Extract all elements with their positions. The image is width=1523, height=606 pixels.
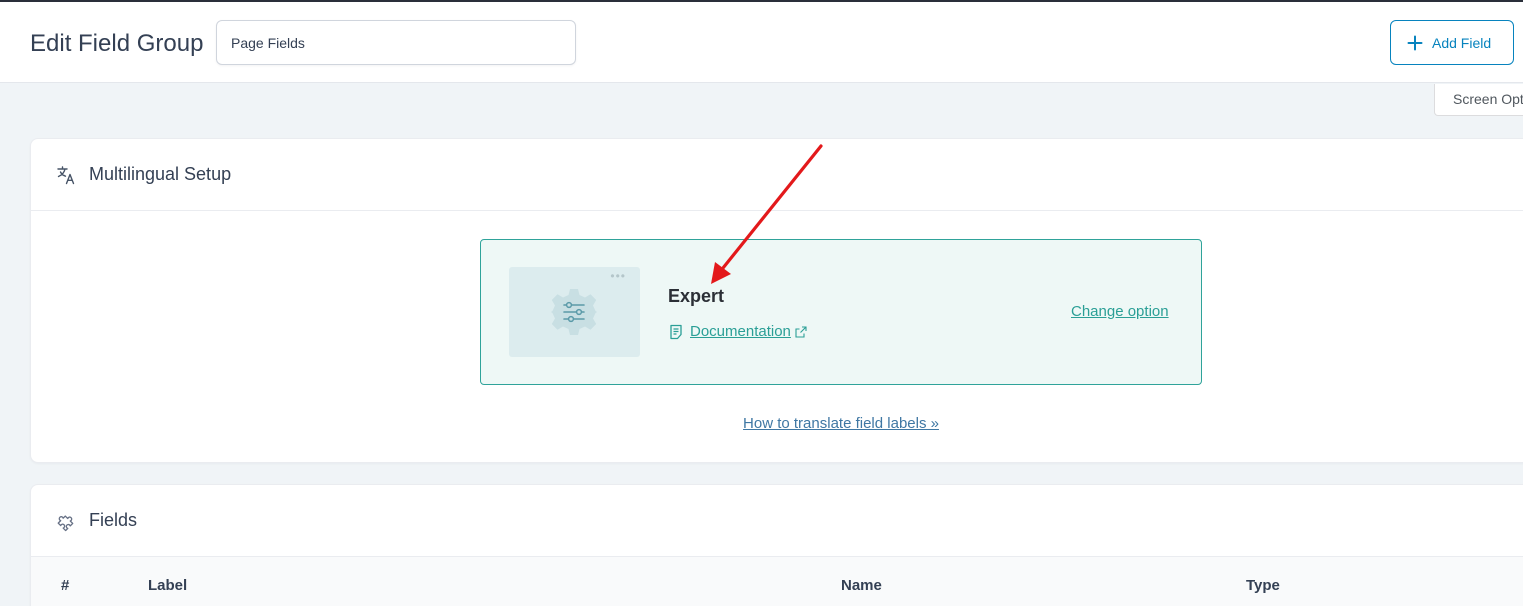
add-field-button[interactable]: Add Field — [1390, 20, 1514, 65]
document-icon — [670, 324, 682, 339]
page-header: Edit Field Group Add Field — [0, 2, 1523, 83]
option-thumbnail: ••• — [509, 267, 640, 357]
puzzle-icon — [57, 514, 74, 531]
fields-panel: Fields # Label Name Type — [30, 484, 1523, 606]
screen-options-tab[interactable]: Screen Opt — [1434, 84, 1523, 116]
plus-icon — [1407, 35, 1423, 50]
translate-field-labels-link[interactable]: How to translate field labels » — [743, 415, 939, 432]
documentation-label: Documentation — [690, 323, 791, 340]
option-name: Expert — [668, 286, 725, 306]
fields-header: Fields — [31, 485, 1523, 557]
translate-icon — [57, 165, 75, 184]
multilingual-setup-title: Multilingual Setup — [89, 164, 232, 184]
fields-table-header: # Label Name Type — [31, 557, 1523, 606]
page-title: Edit Field Group — [30, 30, 204, 57]
multilingual-setup-panel: Multilingual Setup ••• Expert Documentat… — [30, 138, 1523, 463]
documentation-link[interactable]: Documentation — [668, 323, 807, 340]
change-option-link[interactable]: Change option — [1071, 303, 1169, 320]
translate-labels-link-row: How to translate field labels » — [31, 415, 1523, 432]
more-dots-icon: ••• — [610, 269, 626, 283]
column-label: Label — [148, 577, 188, 594]
fields-title: Fields — [89, 510, 138, 530]
multilingual-setup-header: Multilingual Setup — [31, 139, 1523, 211]
selected-option-card: ••• Expert Documentation Change option — [480, 239, 1202, 385]
column-name: Name — [841, 577, 882, 594]
sliders-gear-icon — [551, 289, 597, 335]
field-group-title-input[interactable] — [216, 20, 576, 65]
column-number: # — [61, 577, 70, 594]
column-type: Type — [1246, 577, 1280, 594]
external-link-icon — [795, 325, 807, 338]
add-field-label: Add Field — [1432, 34, 1492, 51]
